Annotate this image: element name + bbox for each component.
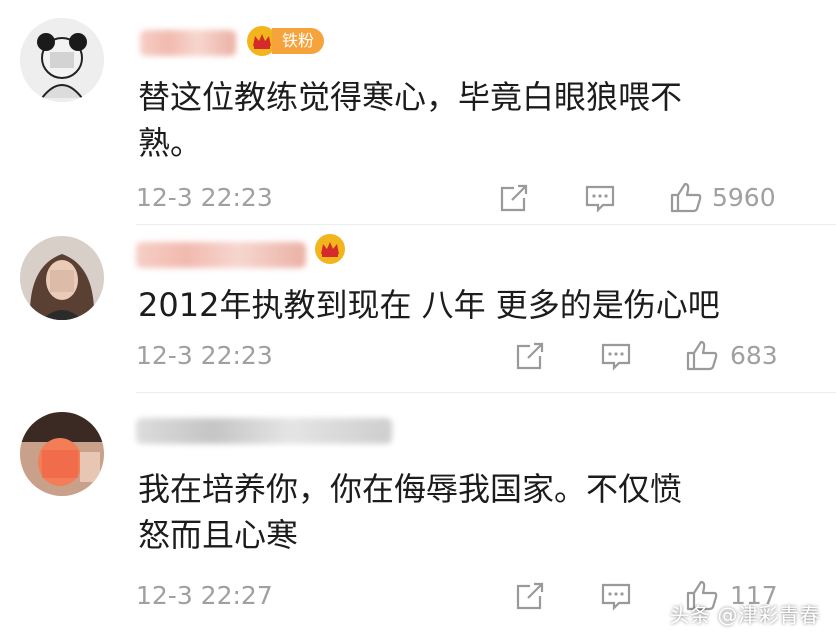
fan-badge — [314, 234, 346, 264]
comment-text: 2012年执教到现在 八年 更多的是伤心吧 — [138, 286, 720, 324]
share-icon[interactable] — [496, 180, 532, 216]
fan-badge: 铁粉 — [246, 26, 325, 56]
username[interactable] — [140, 30, 236, 56]
divider — [136, 224, 836, 225]
divider — [136, 392, 836, 393]
fan-badge-label: 铁粉 — [272, 28, 325, 54]
share-icon[interactable] — [512, 338, 548, 374]
share-icon[interactable] — [512, 578, 548, 614]
like-icon[interactable] — [684, 338, 720, 374]
comment-icon[interactable] — [598, 338, 634, 374]
comment-footer: 12-3 22:23 683 — [0, 338, 836, 374]
avatar[interactable] — [20, 412, 104, 496]
like-count: 5960 — [712, 183, 776, 212]
like-count: 683 — [730, 341, 778, 370]
avatar[interactable] — [20, 18, 104, 102]
watermark: 头条 @津彩青春 — [669, 603, 820, 627]
like-icon[interactable] — [668, 180, 704, 216]
avatar[interactable] — [20, 236, 104, 320]
crown-icon — [315, 234, 345, 264]
username[interactable] — [136, 418, 392, 444]
comment-text: 我在培养你，你在侮辱我国家。不仅愤 怒而且心寒 — [138, 470, 683, 554]
comment-icon[interactable] — [582, 180, 618, 216]
comment-footer: 12-3 22:23 5960 — [0, 180, 836, 216]
timestamp: 12-3 22:23 — [136, 183, 273, 212]
username[interactable] — [136, 242, 306, 268]
timestamp: 12-3 22:23 — [136, 341, 273, 370]
timestamp: 12-3 22:27 — [136, 581, 273, 610]
comment-text: 替这位教练觉得寒心，毕竟白眼狼喂不 熟。 — [138, 78, 683, 162]
comment-icon[interactable] — [598, 578, 634, 614]
